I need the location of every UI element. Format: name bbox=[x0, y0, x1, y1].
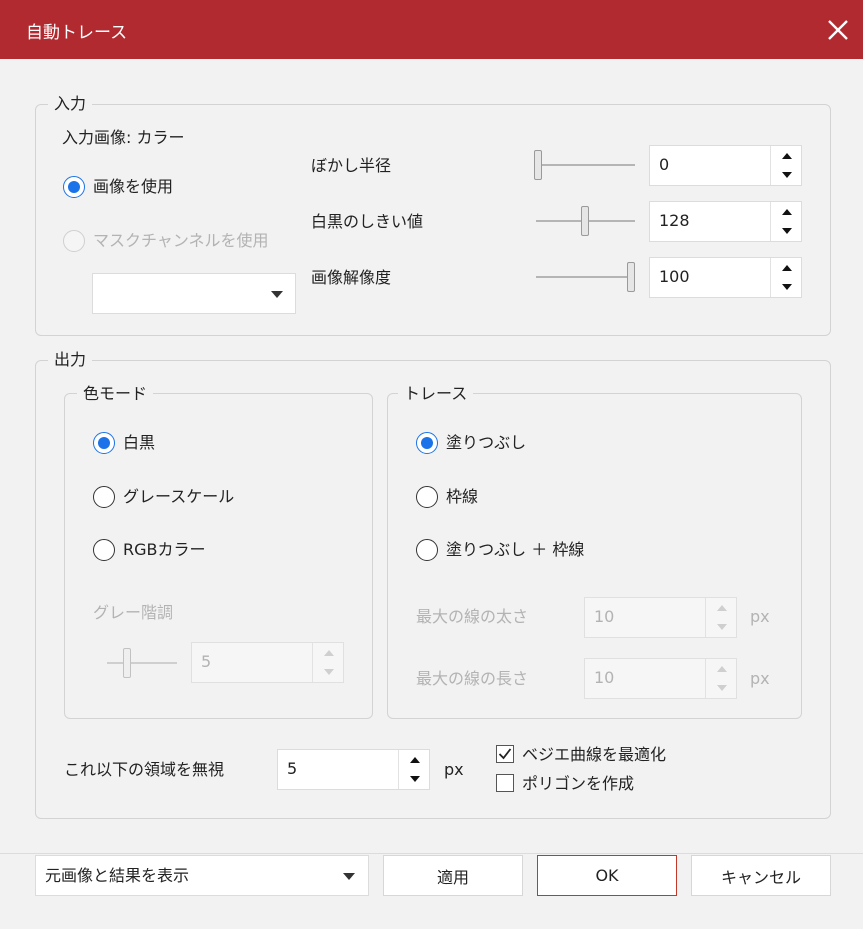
threshold-spinner bbox=[770, 202, 802, 241]
radio-mask-channel-label: マスクチャンネルを使用 bbox=[93, 231, 269, 250]
color-mode-legend: 色モード bbox=[77, 384, 154, 404]
spin-up-icon[interactable] bbox=[706, 659, 737, 679]
gray-levels-slider-track bbox=[107, 662, 177, 664]
max-stroke-width-value: 10 bbox=[594, 607, 615, 626]
spin-up-icon[interactable] bbox=[771, 258, 802, 278]
spin-down-icon[interactable] bbox=[313, 663, 344, 683]
max-stroke-width-unit: px bbox=[750, 607, 770, 626]
chevron-down-icon bbox=[271, 291, 283, 298]
spin-up-icon[interactable] bbox=[771, 146, 802, 166]
threshold-input[interactable]: 128 bbox=[649, 201, 802, 242]
resolution-spinner bbox=[770, 258, 802, 297]
blur-slider-track bbox=[536, 164, 635, 166]
optimize-bezier-checkbox[interactable] bbox=[496, 745, 514, 763]
blur-radius-value: 0 bbox=[659, 155, 670, 174]
max-stroke-length-input[interactable]: 10 bbox=[584, 658, 737, 699]
output-legend: 出力 bbox=[48, 350, 93, 370]
gray-levels-value: 5 bbox=[201, 652, 212, 671]
radio-trace-stroke[interactable] bbox=[416, 486, 438, 508]
spin-up-icon[interactable] bbox=[399, 750, 430, 770]
max-stroke-length-unit: px bbox=[750, 669, 770, 688]
radio-trace-fill[interactable] bbox=[416, 432, 438, 454]
title-bar: 自動トレース bbox=[0, 0, 863, 59]
threshold-label: 白黒のしきい値 bbox=[311, 212, 424, 231]
blur-slider-thumb[interactable] bbox=[534, 150, 542, 180]
spin-down-icon[interactable] bbox=[706, 679, 737, 699]
ignore-area-unit: px bbox=[444, 760, 464, 779]
radio-color-grayscale-label: グレースケール bbox=[123, 487, 235, 506]
max-stroke-length-label: 最大の線の長さ bbox=[416, 669, 529, 688]
close-icon bbox=[828, 20, 848, 40]
apply-button[interactable]: 適用 bbox=[383, 855, 523, 896]
radio-trace-fill-stroke[interactable] bbox=[416, 539, 438, 561]
threshold-value: 128 bbox=[659, 211, 690, 230]
cancel-button-label: キャンセル bbox=[720, 867, 801, 887]
input-image-label: 入力画像: カラー bbox=[62, 128, 185, 147]
max-stroke-width-spinner bbox=[705, 598, 737, 637]
max-stroke-width-input[interactable]: 10 bbox=[584, 597, 737, 638]
radio-color-rgb-label: RGBカラー bbox=[123, 540, 206, 559]
radio-trace-fill-label: 塗りつぶし bbox=[446, 433, 527, 452]
dialog-title: 自動トレース bbox=[26, 23, 128, 43]
spin-up-icon[interactable] bbox=[706, 598, 737, 618]
ok-button[interactable]: OK bbox=[537, 855, 677, 896]
ignore-area-label: これ以下の領域を無視 bbox=[64, 760, 225, 779]
blur-radius-label: ぼかし半径 bbox=[311, 156, 392, 175]
gray-levels-label: グレー階調 bbox=[93, 603, 174, 622]
input-legend: 入力 bbox=[48, 94, 93, 114]
spin-up-icon[interactable] bbox=[313, 643, 344, 663]
radio-use-image[interactable] bbox=[63, 176, 85, 198]
max-stroke-length-value: 10 bbox=[594, 668, 615, 687]
close-button[interactable] bbox=[818, 10, 858, 50]
max-stroke-width-label: 最大の線の太さ bbox=[416, 607, 529, 626]
trace-legend: トレース bbox=[398, 384, 474, 404]
blur-radius-input[interactable]: 0 bbox=[649, 145, 802, 186]
radio-color-bw[interactable] bbox=[93, 432, 115, 454]
ignore-area-value: 5 bbox=[287, 759, 298, 778]
ignore-area-input[interactable]: 5 bbox=[277, 749, 430, 790]
radio-mask-channel[interactable] bbox=[63, 230, 85, 252]
radio-trace-stroke-label: 枠線 bbox=[446, 487, 479, 506]
threshold-slider-thumb[interactable] bbox=[581, 206, 589, 236]
ok-button-label: OK bbox=[595, 866, 619, 885]
gray-levels-input[interactable]: 5 bbox=[191, 642, 344, 683]
spin-down-icon[interactable] bbox=[771, 278, 802, 298]
apply-button-label: 適用 bbox=[436, 867, 469, 887]
radio-color-grayscale[interactable] bbox=[93, 486, 115, 508]
blur-spinner bbox=[770, 146, 802, 185]
mask-channel-dropdown[interactable] bbox=[92, 273, 296, 314]
optimize-bezier-label: ベジエ曲線を最適化 bbox=[522, 745, 667, 764]
spin-up-icon[interactable] bbox=[771, 202, 802, 222]
gray-levels-spinner bbox=[312, 643, 344, 682]
gray-levels-slider-thumb[interactable] bbox=[123, 648, 131, 678]
spin-down-icon[interactable] bbox=[771, 222, 802, 242]
resolution-slider-track bbox=[536, 276, 635, 278]
resolution-value: 100 bbox=[659, 267, 690, 286]
chevron-down-icon bbox=[343, 873, 355, 880]
spin-down-icon[interactable] bbox=[771, 166, 802, 186]
create-polygon-label: ポリゴンを作成 bbox=[522, 774, 635, 793]
radio-use-image-label: 画像を使用 bbox=[93, 177, 174, 196]
resolution-slider-thumb[interactable] bbox=[627, 262, 635, 292]
resolution-label: 画像解像度 bbox=[311, 268, 392, 287]
resolution-input[interactable]: 100 bbox=[649, 257, 802, 298]
radio-color-bw-label: 白黒 bbox=[123, 433, 156, 452]
preview-mode-value: 元画像と結果を表示 bbox=[45, 866, 190, 885]
radio-color-rgb[interactable] bbox=[93, 539, 115, 561]
create-polygon-checkbox[interactable] bbox=[496, 774, 514, 792]
footer-divider bbox=[0, 853, 863, 854]
ignore-area-spinner bbox=[398, 750, 430, 789]
checkmark-icon bbox=[498, 747, 511, 759]
spin-down-icon[interactable] bbox=[399, 770, 430, 790]
cancel-button[interactable]: キャンセル bbox=[691, 855, 831, 896]
radio-trace-fill-stroke-label: 塗りつぶし ＋ 枠線 bbox=[446, 540, 585, 559]
max-stroke-length-spinner bbox=[705, 659, 737, 698]
spin-down-icon[interactable] bbox=[706, 618, 737, 638]
preview-mode-dropdown[interactable]: 元画像と結果を表示 bbox=[35, 855, 369, 896]
